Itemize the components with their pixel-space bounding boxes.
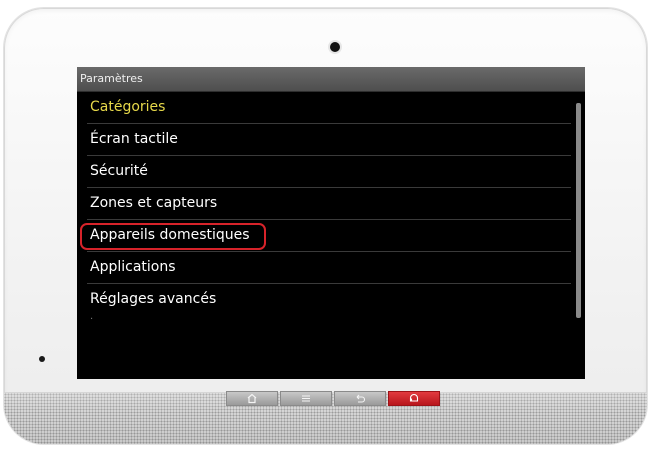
alarm-icon [409, 393, 419, 402]
list-item-appareils-domestiques[interactable]: Appareils domestiques [80, 220, 571, 252]
category-header: Catégories [87, 92, 571, 124]
back-icon [356, 394, 366, 403]
list-item-label: Écran tactile [90, 131, 178, 147]
hardware-nav-bar [226, 391, 442, 406]
partial-list-item: · [90, 314, 94, 325]
highlight-outline [80, 223, 266, 250]
menu-button[interactable] [280, 391, 332, 406]
status-led [39, 356, 45, 362]
list-item-ecran-tactile[interactable]: Écran tactile [87, 124, 571, 156]
display-screen: Paramètres Catégories Écran tactile Sécu… [77, 67, 585, 379]
list-item-securite[interactable]: Sécurité [87, 156, 571, 188]
page-title: Paramètres [77, 67, 585, 92]
list-item-zones-capteurs[interactable]: Zones et capteurs [87, 188, 571, 220]
list-item-reglages-avances[interactable]: Réglages avancés [87, 284, 571, 315]
camera-icon [330, 42, 340, 52]
back-button[interactable] [334, 391, 386, 406]
list-item-label: Zones et capteurs [90, 195, 218, 211]
menu-icon [302, 395, 310, 402]
list-item-label: Applications [90, 259, 176, 275]
list-item-label: Sécurité [90, 163, 148, 179]
home-icon [247, 393, 257, 404]
home-button[interactable] [226, 391, 278, 406]
list-item-applications[interactable]: Applications [87, 252, 571, 284]
scrollbar[interactable] [576, 103, 581, 318]
list-item-label: Réglages avancés [90, 291, 217, 307]
settings-list: Catégories Écran tactile Sécurité Zones … [77, 92, 585, 325]
alarm-button[interactable] [388, 391, 440, 406]
